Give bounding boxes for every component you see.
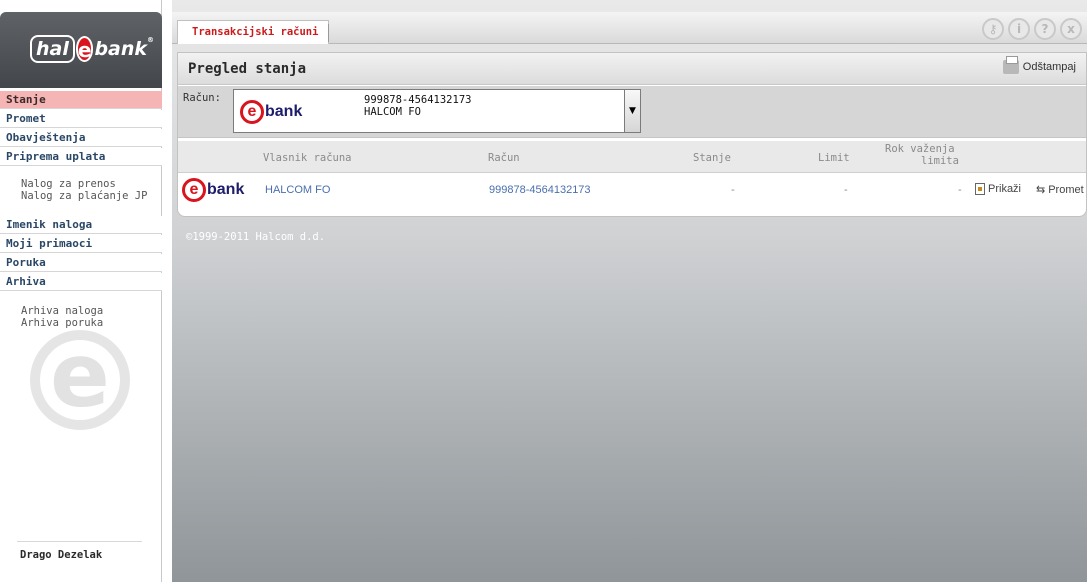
sidebar-subitem-arhiva-naloga[interactable]: Arhiva naloga bbox=[21, 305, 103, 317]
row-ebank-bank-text: bank bbox=[207, 181, 245, 198]
column-header-expiry: Rok važenja bbox=[885, 143, 955, 155]
sidebar-item-arhiva[interactable]: Arhiva bbox=[0, 273, 162, 291]
sidebar-subitem-nalog-za-prenos[interactable]: Nalog za prenos bbox=[21, 178, 116, 190]
column-header-balance: Stanje bbox=[693, 152, 731, 164]
show-label: Prikaži bbox=[988, 183, 1022, 195]
info-icon[interactable]: i bbox=[1008, 18, 1030, 40]
account-label: Račun: bbox=[183, 92, 221, 104]
promet-button[interactable]: ⇆ Promet bbox=[1036, 183, 1084, 197]
row-owner[interactable]: HALCOM FO bbox=[265, 184, 330, 196]
promet-icon: ⇆ bbox=[1036, 184, 1046, 196]
copyright: ©1999-2011 Halcom d.d. bbox=[186, 231, 326, 243]
table-row[interactable]: e bank HALCOM FO 999878-4564132173 - - -… bbox=[178, 174, 1086, 206]
sidebar-subitem-nalog-za-placanje-jp[interactable]: Nalog za plaćanje JP bbox=[21, 190, 147, 202]
row-limit: - bbox=[844, 184, 848, 196]
row-expiry: - bbox=[958, 184, 962, 196]
user-divider bbox=[17, 541, 142, 542]
user-name: Drago Dezelak bbox=[20, 549, 103, 561]
promet-label: Promet bbox=[1048, 183, 1084, 196]
sidebar-item-poruka[interactable]: Poruka bbox=[0, 254, 162, 272]
selected-account-info: 999878-4564132173 HALCOM FO bbox=[364, 94, 471, 118]
column-header-account: Račun bbox=[488, 152, 520, 164]
printer-icon bbox=[1002, 56, 1019, 74]
account-selector-bar: Račun: e bank 999878-4564132173 HALCOM F… bbox=[178, 86, 1086, 138]
dropdown-arrow-icon[interactable]: ▼ bbox=[624, 90, 640, 132]
logo-box: hal e bank ® bbox=[0, 12, 162, 88]
logo-reg: ® bbox=[147, 36, 155, 44]
sidebar-item-stanje[interactable]: Stanje bbox=[0, 91, 162, 109]
sidebar: hal e bank ® Stanje Promet Obavještenja … bbox=[0, 0, 162, 582]
logo-e: e bbox=[75, 36, 94, 62]
sidebar-item-promet[interactable]: Promet bbox=[0, 110, 162, 128]
sidebar-item-priprema-uplata[interactable]: Priprema uplata bbox=[0, 148, 162, 166]
column-header-limit: Limit bbox=[818, 152, 850, 164]
sidebar-item-moji-primaoci[interactable]: Moji primaoci bbox=[0, 235, 162, 253]
ebank-e-icon: e bbox=[240, 100, 264, 124]
watermark-e-icon: e bbox=[30, 330, 130, 430]
sidebar-subitem-arhiva-poruka[interactable]: Arhiva poruka bbox=[21, 317, 103, 329]
help-icon[interactable]: ? bbox=[1034, 18, 1056, 40]
show-button[interactable]: Prikaži bbox=[975, 183, 1021, 195]
print-button[interactable]: Odštampaj bbox=[1002, 56, 1076, 74]
show-icon bbox=[975, 183, 985, 195]
page-title: Pregled stanja bbox=[188, 61, 307, 77]
print-label: Odštampaj bbox=[1022, 61, 1076, 73]
column-header-owner: Vlasnik računa bbox=[263, 152, 352, 164]
sidebar-item-obavjestenja[interactable]: Obavještenja bbox=[0, 129, 162, 147]
row-ebank-e-icon: e bbox=[182, 178, 206, 202]
ebank-bank-text: bank bbox=[265, 103, 303, 120]
logo-bank: bank bbox=[94, 38, 148, 60]
column-header-expiry-2: limita bbox=[921, 155, 959, 167]
main-area: Transakcijski računi ⚷ i ? x Pregled sta… bbox=[172, 0, 1087, 582]
account-select[interactable]: e bank 999878-4564132173 HALCOM FO ▼ bbox=[233, 89, 641, 133]
selected-account-owner: HALCOM FO bbox=[364, 106, 421, 118]
table-header: Vlasnik računa Račun Stanje Limit Rok va… bbox=[178, 141, 1086, 173]
ebank-logo: e bank bbox=[240, 100, 302, 124]
logo-hal: hal bbox=[30, 35, 75, 63]
tab-divider bbox=[328, 24, 329, 42]
panel-header: Pregled stanja Odštampaj bbox=[178, 53, 1086, 85]
row-ebank-logo: e bank bbox=[182, 178, 244, 202]
close-icon[interactable]: x bbox=[1060, 18, 1082, 40]
balance-panel: Pregled stanja Odštampaj Račun: e bank 9… bbox=[177, 52, 1087, 217]
selected-account-number: 999878-4564132173 bbox=[364, 94, 472, 106]
sidebar-item-imenik-naloga[interactable]: Imenik naloga bbox=[0, 216, 162, 234]
row-balance: - bbox=[731, 184, 735, 196]
key-icon[interactable]: ⚷ bbox=[982, 18, 1004, 40]
top-bar: Transakcijski računi bbox=[172, 12, 1087, 44]
halebank-logo[interactable]: hal e bank ® bbox=[30, 34, 154, 64]
row-account[interactable]: 999878-4564132173 bbox=[489, 184, 591, 196]
tab-transakcijski-racuni[interactable]: Transakcijski računi bbox=[177, 20, 330, 44]
